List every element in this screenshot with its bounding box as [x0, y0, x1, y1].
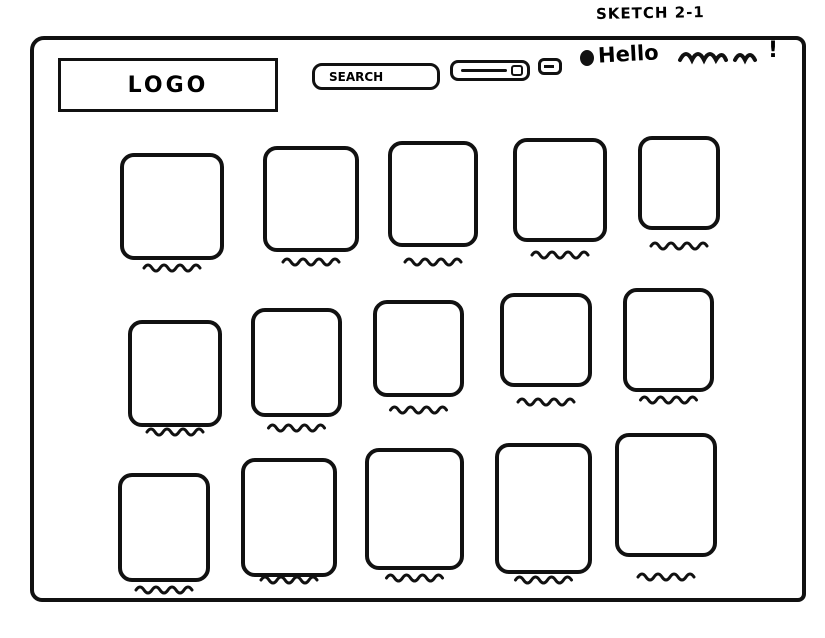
grid-card-caption-10 [639, 395, 698, 405]
grid-card-caption-14 [514, 575, 573, 585]
grid-card-11[interactable] [118, 473, 210, 582]
sketch-canvas [118, 52, 757, 595]
grid-card-caption-9 [516, 397, 576, 407]
grid-card-2[interactable] [263, 146, 359, 252]
grid-card-1[interactable] [120, 153, 224, 260]
grid-card-caption-15 [636, 572, 696, 582]
grid-card-caption-12 [259, 575, 319, 585]
grid-card-caption-4 [530, 250, 590, 260]
grid-card-caption-11 [134, 585, 194, 595]
grid-card-5[interactable] [638, 136, 720, 230]
grid-card-12[interactable] [241, 458, 337, 577]
grid-card-3[interactable] [388, 141, 478, 247]
grid-card-caption-8 [389, 405, 448, 415]
grid-card-caption-3 [403, 257, 463, 267]
grid-card-10[interactable] [623, 288, 714, 392]
grid-card-7[interactable] [251, 308, 342, 417]
grid-card-8[interactable] [373, 300, 464, 397]
grid-card-caption-6 [145, 427, 205, 437]
grid-card-9[interactable] [500, 293, 592, 387]
grid-card-caption-13 [385, 573, 444, 583]
grid-card-14[interactable] [495, 443, 592, 574]
username-scribble [678, 52, 757, 65]
grid-card-15[interactable] [615, 433, 717, 557]
grid-card-caption-2 [281, 257, 341, 267]
grid-card-13[interactable] [365, 448, 464, 570]
grid-card-caption-7 [267, 423, 326, 433]
grid-card-4[interactable] [513, 138, 607, 242]
grid-card-caption-1 [142, 263, 202, 273]
grid-card-caption-5 [649, 241, 709, 251]
grid-card-6[interactable] [128, 320, 222, 427]
